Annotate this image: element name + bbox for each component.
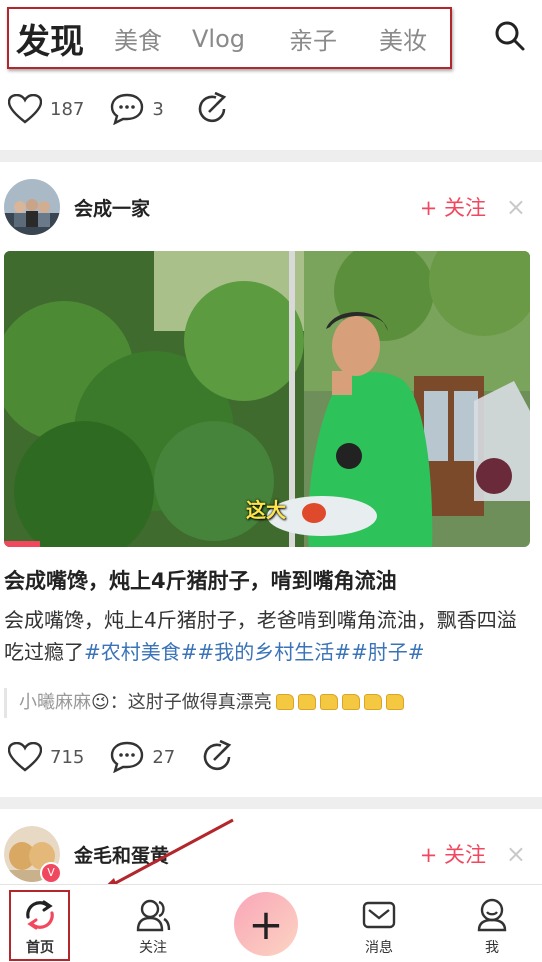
create-post-button[interactable]: + bbox=[234, 892, 298, 956]
nav-follow[interactable]: 关注 bbox=[123, 897, 183, 957]
plus-icon: + bbox=[248, 899, 284, 949]
user-icon bbox=[477, 898, 507, 932]
nav-home[interactable]: 首页 bbox=[10, 897, 70, 957]
bottom-navigation: 首页 关注 + 消息 我 bbox=[0, 884, 542, 962]
annotation-arrow bbox=[98, 818, 234, 893]
refresh-home-icon bbox=[26, 900, 54, 930]
nav-messages[interactable]: 消息 bbox=[349, 897, 409, 957]
nav-home-label: 首页 bbox=[26, 940, 54, 956]
nav-me[interactable]: 我 bbox=[462, 897, 522, 957]
nav-me-label: 我 bbox=[485, 940, 499, 956]
nav-messages-label: 消息 bbox=[365, 940, 393, 956]
mail-icon bbox=[362, 901, 396, 929]
nav-follow-label: 关注 bbox=[139, 940, 167, 956]
people-icon bbox=[136, 899, 171, 932]
